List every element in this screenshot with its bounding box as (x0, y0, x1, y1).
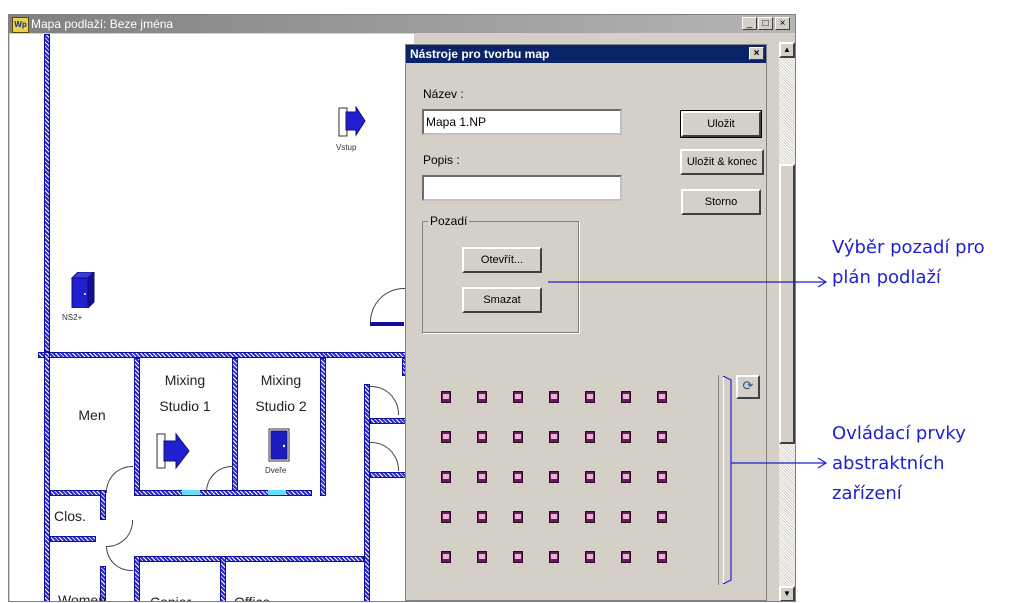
annotation-pointers (548, 276, 828, 585)
